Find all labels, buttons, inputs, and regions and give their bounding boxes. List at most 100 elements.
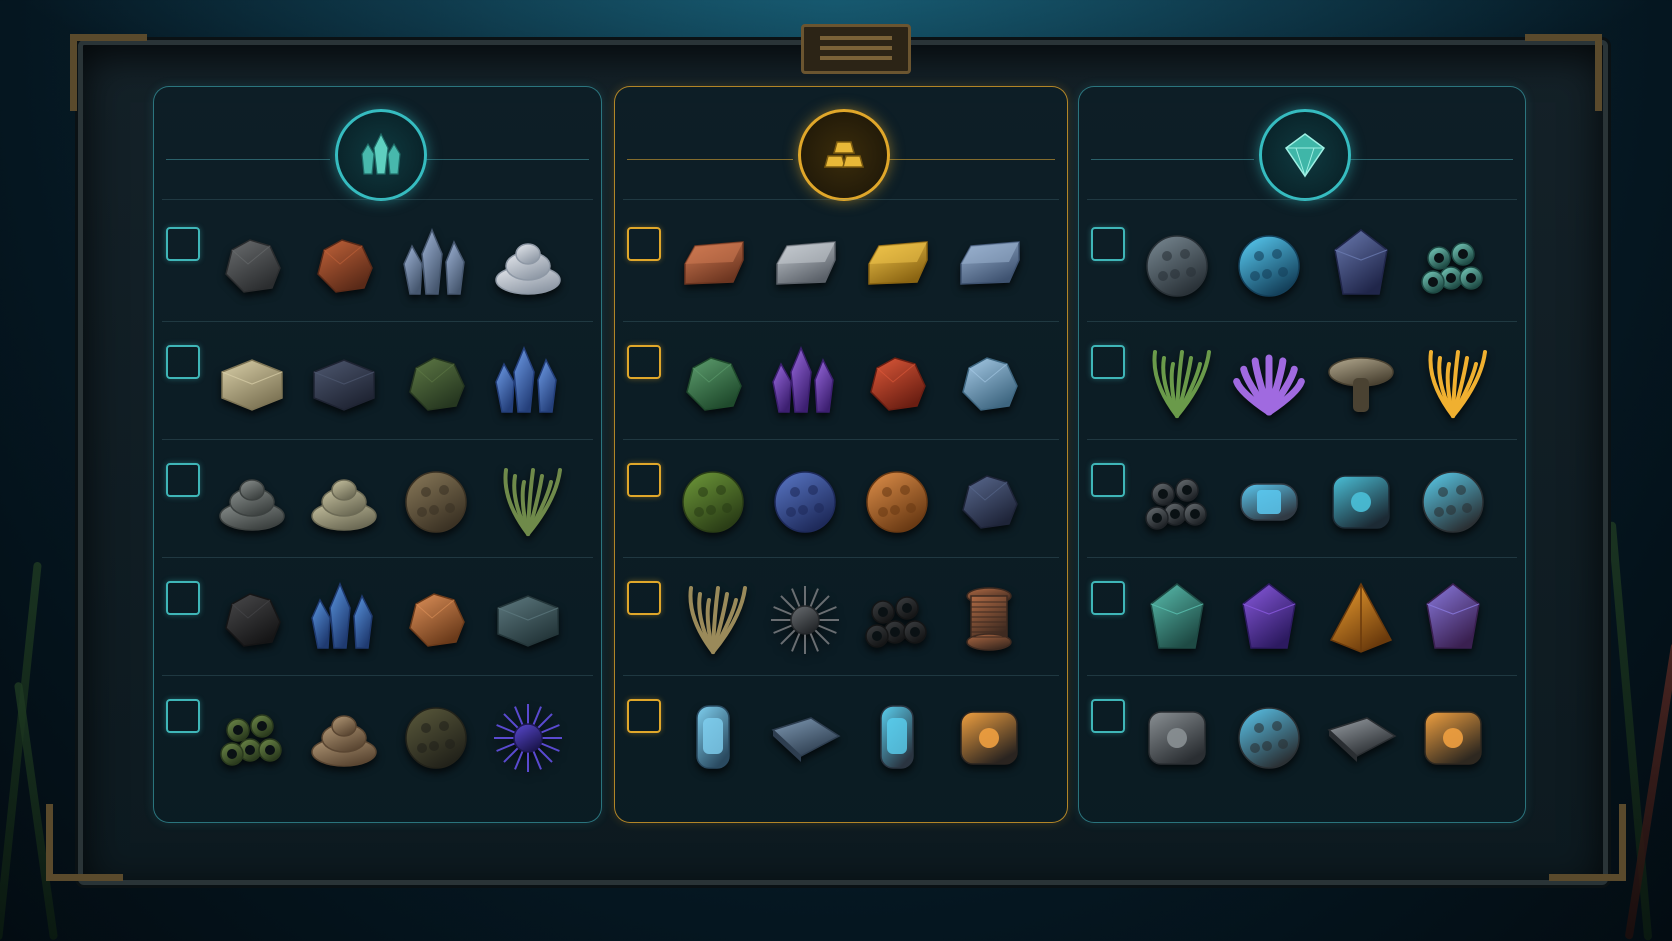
row-checkbox[interactable]: [627, 463, 661, 497]
purple-fan-coral-icon[interactable]: [1224, 337, 1314, 427]
board-clasp: [801, 24, 911, 74]
corner-bracket-bottom-right: [1549, 804, 1626, 881]
panel-advanced-components: [1078, 86, 1526, 823]
row-checkbox[interactable]: [1091, 699, 1125, 733]
row-checkbox[interactable]: [627, 227, 661, 261]
glowing-core-box-icon[interactable]: [1408, 691, 1498, 781]
row-checkbox[interactable]: [1091, 227, 1125, 261]
row-checkbox[interactable]: [166, 463, 200, 497]
row-divider: [623, 199, 1059, 200]
header-divider-left: [627, 159, 793, 160]
violet-crystal-shard-icon[interactable]: [1224, 573, 1314, 663]
mossy-rock-icon[interactable]: [391, 337, 481, 427]
row-checkbox[interactable]: [166, 581, 200, 615]
row-checkbox[interactable]: [166, 699, 200, 733]
rubber-hose-coil-icon[interactable]: [852, 573, 942, 663]
iron-ingot-icon[interactable]: [760, 219, 850, 309]
row-checkbox[interactable]: [166, 227, 200, 261]
item-row: [1087, 679, 1517, 797]
row-checkbox[interactable]: [627, 345, 661, 379]
teal-crystal-shard-icon[interactable]: [1132, 573, 1222, 663]
glowing-coral-icon[interactable]: [1408, 337, 1498, 427]
row-checkbox[interactable]: [1091, 463, 1125, 497]
header-divider-right: [889, 159, 1055, 160]
glowing-orb-cluster-icon[interactable]: [1224, 219, 1314, 309]
row-divider: [162, 321, 593, 322]
dark-geode-icon[interactable]: [944, 455, 1034, 545]
row-checkbox[interactable]: [1091, 345, 1125, 379]
geodesic-sphere-icon[interactable]: [1132, 219, 1222, 309]
gold-bars-icon: [798, 109, 890, 201]
copper-ingot-icon[interactable]: [668, 219, 758, 309]
item-row: [162, 679, 593, 797]
row-divider: [623, 321, 1059, 322]
blue-crystal-icon[interactable]: [483, 337, 573, 427]
sandstone-shards-icon[interactable]: [299, 455, 389, 545]
power-cell-icon[interactable]: [852, 691, 942, 781]
slate-block-icon[interactable]: [299, 337, 389, 427]
bubble-cluster-icon[interactable]: [1408, 219, 1498, 309]
panel-refined-materials: [614, 86, 1068, 823]
moss-ball-icon[interactable]: [668, 455, 758, 545]
engine-module-icon[interactable]: [1132, 691, 1222, 781]
tech-cube-icon[interactable]: [1316, 455, 1406, 545]
row-checkbox[interactable]: [627, 699, 661, 733]
fiber-bundle-icon[interactable]: [668, 573, 758, 663]
gravel-icon[interactable]: [207, 455, 297, 545]
item-row: [1087, 325, 1517, 443]
faceted-dark-gem-icon[interactable]: [1316, 219, 1406, 309]
item-row: [623, 325, 1059, 443]
amethyst-cluster-icon[interactable]: [760, 337, 850, 427]
row-divider: [1087, 557, 1517, 558]
item-row: [623, 679, 1059, 797]
ice-crystal-ore-icon[interactable]: [944, 337, 1034, 427]
gold-ingot-icon[interactable]: [852, 219, 942, 309]
coal-lump-icon[interactable]: [207, 573, 297, 663]
header-divider-left: [166, 159, 330, 160]
quartz-crystal-icon[interactable]: [391, 219, 481, 309]
salt-pile-icon[interactable]: [483, 219, 573, 309]
reactor-core-icon[interactable]: [944, 691, 1034, 781]
item-row: [1087, 207, 1517, 325]
dark-stone-chunk-icon[interactable]: [207, 219, 297, 309]
crystal-cluster-icon: [334, 109, 427, 201]
row-checkbox[interactable]: [166, 345, 200, 379]
gem-diamond-icon: [1259, 109, 1351, 201]
blue-scale-egg-icon[interactable]: [760, 455, 850, 545]
sapphire-crystal-icon[interactable]: [299, 573, 389, 663]
row-checkbox[interactable]: [627, 581, 661, 615]
wire-mesh-icon[interactable]: [760, 573, 850, 663]
seaweed-frond-icon[interactable]: [1132, 337, 1222, 427]
corner-bracket-top-left: [70, 34, 147, 111]
seaweed-left: [0, 561, 42, 941]
item-row: [162, 561, 593, 679]
prismatic-cube-icon[interactable]: [1408, 573, 1498, 663]
porous-rock-icon[interactable]: [391, 455, 481, 545]
slate-plates-icon[interactable]: [483, 573, 573, 663]
honeycomb-rock-icon[interactable]: [391, 691, 481, 781]
metal-ring-icon[interactable]: [1132, 455, 1222, 545]
panel-raw-materials: [153, 86, 602, 823]
copper-wire-spool-icon[interactable]: [944, 573, 1034, 663]
circuit-board-icon[interactable]: [1316, 691, 1406, 781]
glass-canister-icon[interactable]: [668, 691, 758, 781]
ruby-ore-icon[interactable]: [852, 337, 942, 427]
orange-sponge-icon[interactable]: [852, 455, 942, 545]
orb-drone-icon[interactable]: [1408, 455, 1498, 545]
amber-pyramid-icon[interactable]: [1316, 573, 1406, 663]
amber-ore-icon[interactable]: [391, 573, 481, 663]
row-checkbox[interactable]: [1091, 581, 1125, 615]
layered-shale-icon[interactable]: [299, 691, 389, 781]
tube-coral-icon[interactable]: [207, 691, 297, 781]
titanium-ingot-icon[interactable]: [944, 219, 1034, 309]
copper-ore-chunk-icon[interactable]: [299, 219, 389, 309]
emerald-ore-icon[interactable]: [668, 337, 758, 427]
kelp-strands-icon[interactable]: [483, 455, 573, 545]
metal-sheet-icon[interactable]: [760, 691, 850, 781]
helmet-module-icon[interactable]: [1224, 691, 1314, 781]
energy-cylinder-icon[interactable]: [1224, 455, 1314, 545]
sea-urchin-icon[interactable]: [483, 691, 573, 781]
row-divider: [162, 557, 593, 558]
mushroom-icon[interactable]: [1316, 337, 1406, 427]
limestone-block-icon[interactable]: [207, 337, 297, 427]
